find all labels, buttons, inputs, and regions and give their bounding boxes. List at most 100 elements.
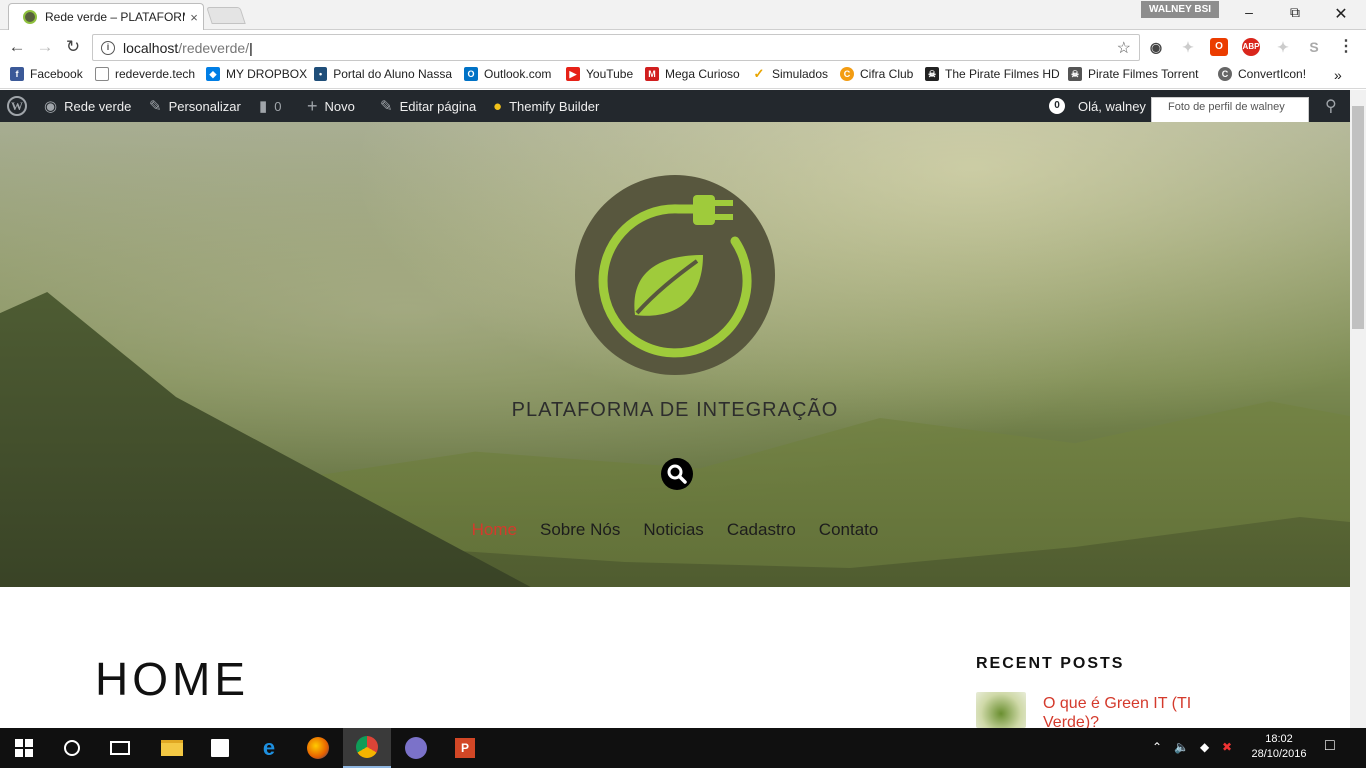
extension-skype-icon[interactable]: S (1305, 38, 1323, 56)
powerpoint-icon: P (455, 738, 475, 758)
menu-item-home[interactable]: Home (472, 520, 517, 540)
mega-curioso-icon: M (645, 67, 659, 81)
adminbar-customize[interactable]: ✎ Personalizar (149, 90, 241, 122)
extension-evernote-icon[interactable]: ◉ (1147, 38, 1165, 56)
site-header-hero: PLATAFORMA DE INTEGRAÇÃO Home Sobre Nós … (0, 122, 1350, 587)
menu-item-sobre-nos[interactable]: Sobre Nós (540, 520, 620, 540)
network-icon[interactable]: ✖ (1222, 740, 1232, 754)
bookmark-dropbox[interactable]: ◆ MY DROPBOX (206, 67, 307, 81)
adminbar-site-name[interactable]: ◉ Rede verde (44, 90, 131, 122)
scrollbar-thumb[interactable] (1352, 106, 1364, 329)
address-bar[interactable]: i localhost/redeverde/| ☆ (92, 34, 1140, 61)
back-icon[interactable]: ← (6, 37, 28, 57)
dropbox-tray-icon[interactable]: ◆ (1200, 740, 1209, 754)
bookmark-label: MY DROPBOX (226, 67, 308, 81)
taskbar-torrent[interactable] (392, 728, 440, 768)
tray-chevron-icon[interactable]: ⌃ (1152, 740, 1162, 754)
header-search-button[interactable] (661, 458, 693, 490)
search-button[interactable] (48, 728, 96, 768)
plus-icon: + (307, 95, 318, 116)
bookmark-facebook[interactable]: f Facebook (10, 67, 83, 81)
bookmark-redeverde[interactable]: redeverde.tech (95, 67, 195, 81)
bookmark-outlook[interactable]: O Outlook.com (464, 67, 551, 81)
bookmark-simulados[interactable]: ✓ Simulados (752, 66, 829, 82)
bookmark-mega-curioso[interactable]: M Mega Curioso (645, 67, 740, 81)
bookmark-label: Simulados (772, 67, 829, 81)
bookmarks-overflow-button[interactable]: » (1334, 67, 1342, 83)
url-path: /redeverde/ (178, 39, 250, 56)
minimize-icon[interactable]: – (1226, 4, 1272, 24)
bookmark-label: Pirate Filmes Torrent (1088, 67, 1199, 81)
extension-adblock-icon[interactable]: ABP (1242, 38, 1260, 56)
wordpress-logo-icon[interactable]: W (7, 90, 27, 122)
volume-icon[interactable]: 🔈 (1174, 740, 1189, 754)
clock-time: 18:02 (1265, 733, 1293, 745)
extension-office-icon[interactable]: O (1210, 38, 1228, 56)
new-tab-button[interactable] (206, 7, 246, 24)
action-center-icon[interactable]: □ (1325, 737, 1335, 755)
cifra-icon: C (840, 67, 854, 81)
tab-title: Rede verde – PLATAFORMA DE INTEGRAÇÃO (45, 10, 185, 24)
menu-item-noticias[interactable]: Noticias (643, 520, 703, 540)
pirate-icon: ☠ (925, 67, 939, 81)
bookmark-label: Outlook.com (484, 67, 552, 81)
page-scrollbar[interactable] (1350, 90, 1366, 728)
extension-puzzle-icon[interactable]: ✦ (1179, 38, 1197, 56)
themify-icon: ● (493, 97, 503, 115)
site-description: PLATAFORMA DE INTEGRAÇÃO (511, 399, 839, 421)
url-host: localhost (123, 39, 179, 56)
taskbar-file-explorer[interactable] (148, 728, 196, 768)
task-view-button[interactable] (96, 728, 144, 768)
pirate-ship-icon: ☠ (1068, 67, 1082, 81)
system-clock[interactable]: 18:02 28/10/2016 (1247, 732, 1311, 762)
site-logo[interactable] (575, 175, 775, 375)
extension-generic-icon[interactable]: ✦ (1274, 38, 1292, 56)
start-button[interactable] (0, 728, 48, 768)
windows-taskbar: e P ⌃ 🔈 ◆ ✖ 18:02 28/10/2016 □ (0, 728, 1366, 768)
adminbar-new[interactable]: + Novo (307, 90, 355, 122)
brush-icon: ✎ (149, 98, 162, 115)
recent-posts-heading: RECENT POSTS (976, 655, 1125, 672)
bookmark-pirate-filmes-torrent[interactable]: ☠ Pirate Filmes Torrent (1068, 67, 1204, 81)
tab-close-button[interactable]: × (185, 10, 203, 25)
bookmark-star-icon[interactable]: ☆ (1117, 38, 1131, 58)
taskbar-edge[interactable]: e (245, 728, 293, 768)
check-icon: ✓ (753, 66, 765, 81)
chrome-icon (356, 736, 378, 758)
recent-post-link[interactable]: O que é Green IT (TI Verde)? (1043, 694, 1243, 732)
adminbar-notifications[interactable]: 0 (1049, 90, 1065, 122)
firefox-icon (307, 737, 329, 759)
adminbar-themify-builder[interactable]: ● Themify Builder (493, 90, 599, 122)
chrome-menu-icon[interactable]: ⋮ (1337, 38, 1355, 56)
tab-rede-verde[interactable]: Rede verde – PLATAFORMA DE INTEGRAÇÃO × (8, 3, 204, 30)
adminbar-comments[interactable]: ▮ 0 (259, 90, 282, 122)
comment-icon: ▮ (259, 98, 268, 115)
adminbar-search-icon[interactable]: ⚲ (1325, 90, 1337, 122)
dropbox-icon: ◆ (206, 67, 220, 81)
taskbar-store[interactable] (196, 728, 244, 768)
site-info-icon[interactable]: i (101, 40, 115, 55)
bookmark-pirate-filmes-hd[interactable]: ☠ The Pirate Filmes HD (925, 67, 1060, 81)
bookmark-converticon[interactable]: C ConvertIcon! (1218, 67, 1306, 81)
profile-badge[interactable]: WALNEY BSI (1141, 1, 1219, 18)
bookmark-cifra-club[interactable]: C Cifra Club (840, 67, 913, 81)
menu-item-contato[interactable]: Contato (819, 520, 879, 540)
close-window-icon[interactable]: ✕ (1318, 4, 1364, 24)
outlook-icon: O (464, 67, 478, 81)
adminbar-greeting[interactable]: Olá, walney (1078, 90, 1146, 122)
browser-toolbar: ← → ↻ i localhost/redeverde/| ☆ ◉ ✦ O AB… (0, 31, 1366, 63)
page-title: HOME (95, 653, 249, 705)
taskbar-chrome[interactable] (343, 728, 391, 768)
restore-icon[interactable]: ⧉ (1272, 4, 1318, 24)
task-view-icon (110, 741, 130, 755)
taskbar-firefox[interactable] (294, 728, 342, 768)
bookmark-label: Facebook (30, 67, 83, 81)
forward-icon[interactable]: → (34, 37, 56, 57)
taskbar-powerpoint[interactable]: P (441, 728, 489, 768)
bookmark-youtube[interactable]: ▶ YouTube (566, 67, 633, 81)
reload-icon[interactable]: ↻ (62, 37, 84, 57)
menu-item-cadastro[interactable]: Cadastro (727, 520, 796, 540)
bookmark-portal-aluno[interactable]: • Portal do Aluno Nassa (314, 67, 452, 81)
recent-post-thumbnail[interactable] (976, 692, 1026, 728)
adminbar-edit-page[interactable]: ✎ Editar página (380, 90, 476, 122)
